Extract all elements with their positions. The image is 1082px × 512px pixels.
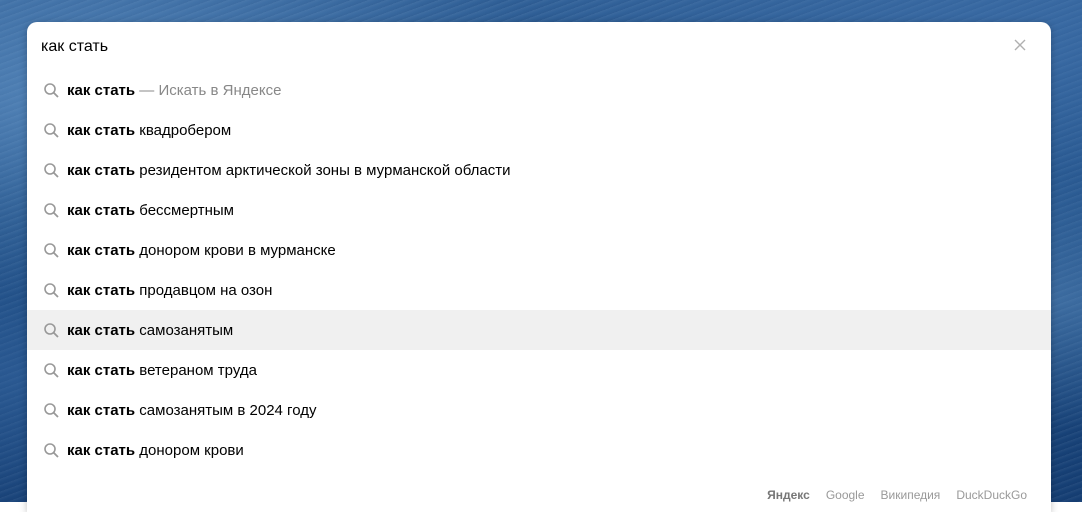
suggestion-completion: квадробером [135,121,232,139]
suggestion-completion: донором крови в мурманске [135,241,336,259]
engine-duckduckgo[interactable]: DuckDuckGo [956,488,1027,502]
suggestion-item[interactable]: как стать бессмертным [27,190,1051,230]
close-icon[interactable] [1011,36,1029,54]
search-icon [43,402,60,419]
suggestion-item[interactable]: как стать самозанятым в 2024 году [27,390,1051,430]
search-icon [43,362,60,379]
search-icon [43,442,60,459]
search-icon [43,162,60,179]
suggestion-query: как стать [67,281,136,299]
suggestion-completion: донором крови [135,441,244,459]
search-input[interactable] [41,34,981,60]
suggestion-completion: резидентом арктической зоны в мурманской… [135,161,511,179]
engine-google[interactable]: Google [826,488,865,502]
suggestion-query: как стать [67,201,136,219]
search-icon [43,202,60,219]
suggestion-completion: продавцом на озон [135,281,273,299]
suggestion-item[interactable]: как стать квадробером [27,110,1051,150]
search-bar [27,22,1051,70]
engine-wikipedia[interactable]: Википедия [881,488,941,502]
suggestion-query: как стать [67,401,136,419]
suggestion-query: как стать [67,361,136,379]
suggestion-item[interactable]: как стать — Искать в Яндексе [27,70,1051,110]
search-icon [43,282,60,299]
suggestion-item[interactable]: как стать донором крови [27,430,1051,470]
search-icon [43,82,60,99]
suggestion-query: как стать [67,321,136,339]
search-icon [43,322,60,339]
search-engine-switcher: Яндекс Google Википедия DuckDuckGo [767,488,1027,502]
search-suggest-panel: как стать — Искать в Яндексе как стать к… [27,22,1051,512]
engine-yandex[interactable]: Яндекс [767,488,810,502]
suggestion-list: как стать — Искать в Яндексе как стать к… [27,70,1051,470]
suggestion-item[interactable]: как стать донором крови в мурманске [27,230,1051,270]
suggestion-hint: — Искать в Яндексе [135,81,282,99]
search-icon [43,242,60,259]
suggestion-item-highlighted[interactable]: как стать самозанятым [27,310,1051,350]
suggestion-completion: бессмертным [135,201,234,219]
suggestion-completion: самозанятым [135,321,234,339]
suggestion-query: как стать [67,161,136,179]
suggestion-query: как стать [67,121,136,139]
suggestion-item[interactable]: как стать продавцом на озон [27,270,1051,310]
suggestion-query: как стать [67,81,136,99]
suggestion-query: как стать [67,441,136,459]
suggestion-query: как стать [67,241,136,259]
search-icon [43,122,60,139]
suggestion-item[interactable]: как стать ветераном труда [27,350,1051,390]
suggestion-completion: ветераном труда [135,361,257,379]
suggestion-completion: самозанятым в 2024 году [135,401,317,419]
suggestion-item[interactable]: как стать резидентом арктической зоны в … [27,150,1051,190]
